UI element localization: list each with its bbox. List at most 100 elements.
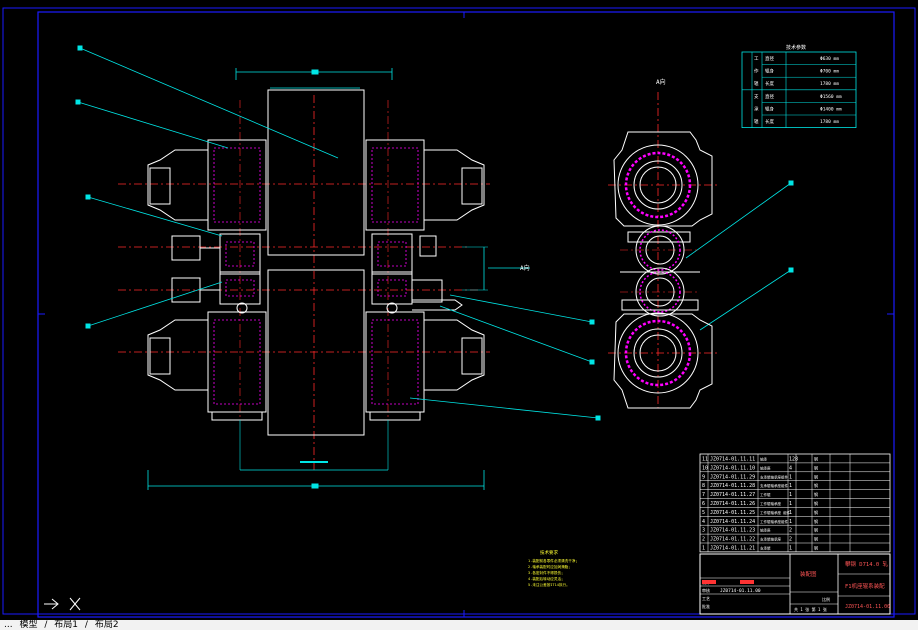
leader-marker — [75, 99, 81, 105]
drawing-name: F1机座辊系装配 — [845, 582, 885, 590]
part-name: 工作辊轴承座 — [760, 501, 781, 506]
part-name: 工作辊 — [760, 492, 771, 497]
leader-marker — [788, 267, 794, 273]
part-no: 9 — [702, 474, 705, 480]
right-lower-end-cap — [424, 319, 485, 391]
end-cap-flange — [149, 337, 171, 375]
spec-label: 直径 — [765, 55, 774, 62]
cad-canvas[interactable]: 技术参数工直径 Φ630 mm 作辊身 Φ700 mm 辊长度 1780 mm 支直径 Φ15… — [0, 0, 918, 630]
spec-group: 作 — [754, 68, 759, 75]
tab-separator: / — [44, 620, 48, 630]
tab-layout2[interactable]: 布局2 — [95, 620, 119, 630]
part-qty: 1 — [789, 483, 792, 489]
spec-value: Φ1400 mm — [820, 106, 842, 112]
part-code: JZ0714-01.11.27 — [710, 492, 755, 498]
spec-value: 1780 mm — [820, 81, 839, 87]
spec-group: 承 — [754, 105, 759, 112]
spec-label: 长度 — [765, 118, 774, 125]
tab-prefix: ... — [4, 620, 13, 630]
part-qty: 4 — [789, 465, 792, 471]
part-code: JZ0714-01.11.26 — [710, 501, 755, 507]
title-row-label: 批准 — [702, 603, 710, 609]
spec-label: 直径 — [765, 93, 774, 100]
part-note: 钢 — [814, 456, 818, 462]
part-name: 工作辊轴承座组件 — [760, 519, 788, 524]
stamp-mark — [740, 580, 754, 584]
work-roll-end — [411, 279, 443, 303]
leader-marker — [85, 323, 91, 329]
spec-group: 辊 — [754, 118, 759, 125]
part-code: JZ0714-01.11.28 — [710, 483, 755, 489]
leader-line — [685, 182, 792, 259]
chock-housing — [365, 139, 425, 231]
leader-line — [699, 269, 792, 331]
title-row-label: 审核 — [702, 587, 710, 593]
part-name: 支承辊轴承座 — [760, 537, 781, 542]
part-qty: 1 — [789, 546, 792, 552]
view-arrow-label: A向 — [520, 264, 530, 272]
part-name: 工作辊轴承座 组件 — [760, 510, 791, 515]
part-no: 7 — [702, 492, 705, 498]
work-chock-bottom — [621, 299, 699, 311]
part-note: 钢 — [814, 500, 818, 506]
layout-tabs[interactable]: ... 模型 / 布局1 / 布局2 — [0, 620, 918, 630]
sheet-label: 共 1 张 第 1 张 — [794, 606, 827, 612]
part-name: 轴承座 — [760, 528, 771, 533]
chock-bearing-hatch — [377, 279, 407, 297]
row-code: JZ0714-01.11.00 — [720, 588, 761, 594]
spec-group: 辊 — [754, 80, 759, 87]
notes-line: 2.轴承装配时应加润滑脂； — [528, 564, 572, 569]
stamp-mark — [702, 580, 716, 584]
part-no: 3 — [702, 528, 705, 534]
chock-housing — [365, 311, 425, 413]
chock-bearing-hatch — [371, 147, 419, 223]
tab-layout1[interactable]: 布局1 — [54, 620, 78, 630]
chock-housing — [207, 311, 267, 413]
leader-marker — [85, 194, 91, 200]
part-note: 钢 — [814, 464, 818, 470]
part-no: 1 — [702, 546, 705, 552]
end-cap-flange — [461, 337, 483, 375]
notes-title: 技术要求 — [540, 549, 558, 556]
leader-line — [77, 101, 229, 149]
end-cap-flange — [461, 167, 483, 205]
chock-housing — [207, 139, 267, 231]
technical-notes: 技术要求 1.装配前各零件必须清洗干净；2.轴承装配时应加润滑脂；3.各密封件不得… — [528, 549, 579, 587]
part-qty: 1 — [789, 492, 792, 498]
notes-line: 4.装配后转动应灵活； — [528, 576, 565, 581]
part-no: 2 — [702, 537, 705, 543]
notes-line: 1.装配前各零件必须清洗干净； — [528, 558, 579, 563]
leader-marker — [788, 180, 794, 186]
spec-table: 技术参数工 直径 Φ630 mm作 辊身 Φ700 mm辊 长度 1780 mm支 直径 Φ15… — [741, 44, 857, 128]
part-code: JZ0714-01.11.11 — [710, 457, 755, 463]
ucs-icon — [44, 597, 81, 611]
notes-line: 3.各密封件不得损伤； — [528, 570, 565, 575]
part-name: 支承辊 — [760, 546, 771, 551]
school-name: 攀钢 D714.0 轧 — [845, 560, 888, 568]
scale-label: 比例 — [822, 596, 830, 602]
part-note: 钢 — [814, 482, 818, 488]
spec-value: Φ1560 mm — [820, 94, 842, 100]
spec-value: Φ630 mm — [820, 56, 839, 62]
leader-line — [79, 47, 339, 159]
part-note: 钢 — [814, 518, 818, 524]
parts-list-table: 11 JZ0714-01.11.11 轴承 128 钢10 JZ0714-01.11.10… — [699, 453, 891, 553]
title-row-label: 工艺 — [702, 596, 710, 601]
left-lower-end-cap — [147, 319, 208, 391]
part-no: 5 — [702, 510, 705, 516]
chock-bearing-hatch — [377, 241, 407, 267]
tab-model[interactable]: 模型 — [19, 620, 37, 630]
part-no: 8 — [702, 483, 705, 489]
chock-base — [211, 412, 263, 421]
leader-marker — [77, 45, 83, 51]
part-no: 10 — [702, 465, 708, 471]
chock-bearing-hatch — [213, 147, 261, 223]
part-note: 钢 — [814, 509, 818, 515]
part-qty: 128 — [789, 457, 798, 463]
leader-marker — [595, 415, 601, 421]
cad-drawing[interactable]: 技术参数工 直径 Φ630 mm作 辊身 Φ700 mm辊 长度 1780 mm支 直径 Φ15… — [0, 0, 918, 630]
leader-line — [439, 305, 593, 363]
view-a-label: A向 — [656, 78, 666, 86]
part-note: 钢 — [814, 527, 818, 533]
part-qty: 1 — [789, 510, 792, 516]
